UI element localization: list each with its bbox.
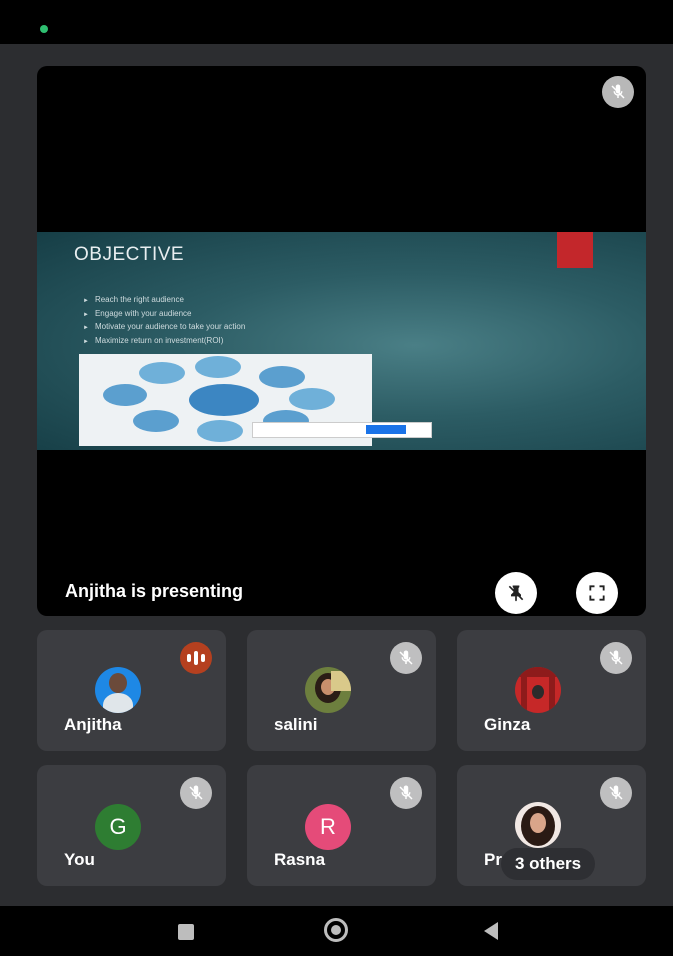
slide-title: OBJECTIVE (74, 244, 185, 265)
mic-off-icon (390, 642, 422, 674)
participant-name: You (64, 850, 95, 869)
avatar: R (305, 804, 351, 850)
participant-name: Ginza (484, 715, 531, 734)
mic-off-icon (390, 777, 422, 809)
avatar (305, 667, 351, 713)
stage-mic-off-icon (602, 76, 634, 108)
avatar (515, 667, 561, 713)
unpin-button[interactable] (495, 572, 537, 614)
slide-bullet: Maximize return on investment(ROI) (83, 335, 245, 349)
participant-tile[interactable]: Anjitha (37, 630, 226, 751)
fullscreen-button[interactable] (576, 572, 618, 614)
slide-red-block (557, 232, 593, 268)
slide-bullets: Reach the right audience Engage with you… (83, 294, 245, 348)
status-bar (0, 0, 673, 44)
recents-button[interactable] (178, 924, 194, 940)
slide-bullet: Motivate your audience to take your acti… (83, 321, 245, 335)
participant-name: Rasna (274, 850, 326, 869)
participant-tile[interactable]: Pr 3 others (457, 765, 646, 886)
participant-tile[interactable]: Ginza (457, 630, 646, 751)
slide-bullet: Engage with your audience (83, 308, 245, 322)
participant-tile[interactable]: salini (247, 630, 436, 751)
back-button[interactable] (484, 922, 498, 940)
slide-bullet: Reach the right audience (83, 294, 245, 308)
fullscreen-icon (589, 585, 605, 601)
participant-name: salini (274, 715, 318, 734)
navigation-bar (0, 906, 673, 956)
slide-cookie-bar (252, 422, 432, 438)
mic-off-icon (600, 777, 632, 809)
others-count-pill[interactable]: 3 others (501, 848, 596, 880)
participant-tile[interactable]: R Rasna (247, 765, 436, 886)
home-button[interactable] (324, 918, 348, 942)
status-dot (40, 25, 48, 33)
avatar (515, 802, 561, 848)
mic-off-icon (600, 642, 632, 674)
avatar (95, 667, 141, 713)
mic-off-icon (180, 777, 212, 809)
participant-name: Anjitha (64, 715, 122, 734)
pin-off-icon (508, 585, 524, 602)
participant-tile[interactable]: G You (37, 765, 226, 886)
participant-name: Pr (484, 850, 502, 869)
avatar: G (95, 804, 141, 850)
presenting-label: Anjitha is presenting (65, 581, 244, 601)
speaking-indicator-icon (180, 642, 212, 674)
home-icon (331, 925, 341, 935)
shared-slide: OBJECTIVE Reach the right audience Engag… (37, 232, 646, 450)
presentation-stage[interactable]: OBJECTIVE Reach the right audience Engag… (37, 66, 646, 616)
